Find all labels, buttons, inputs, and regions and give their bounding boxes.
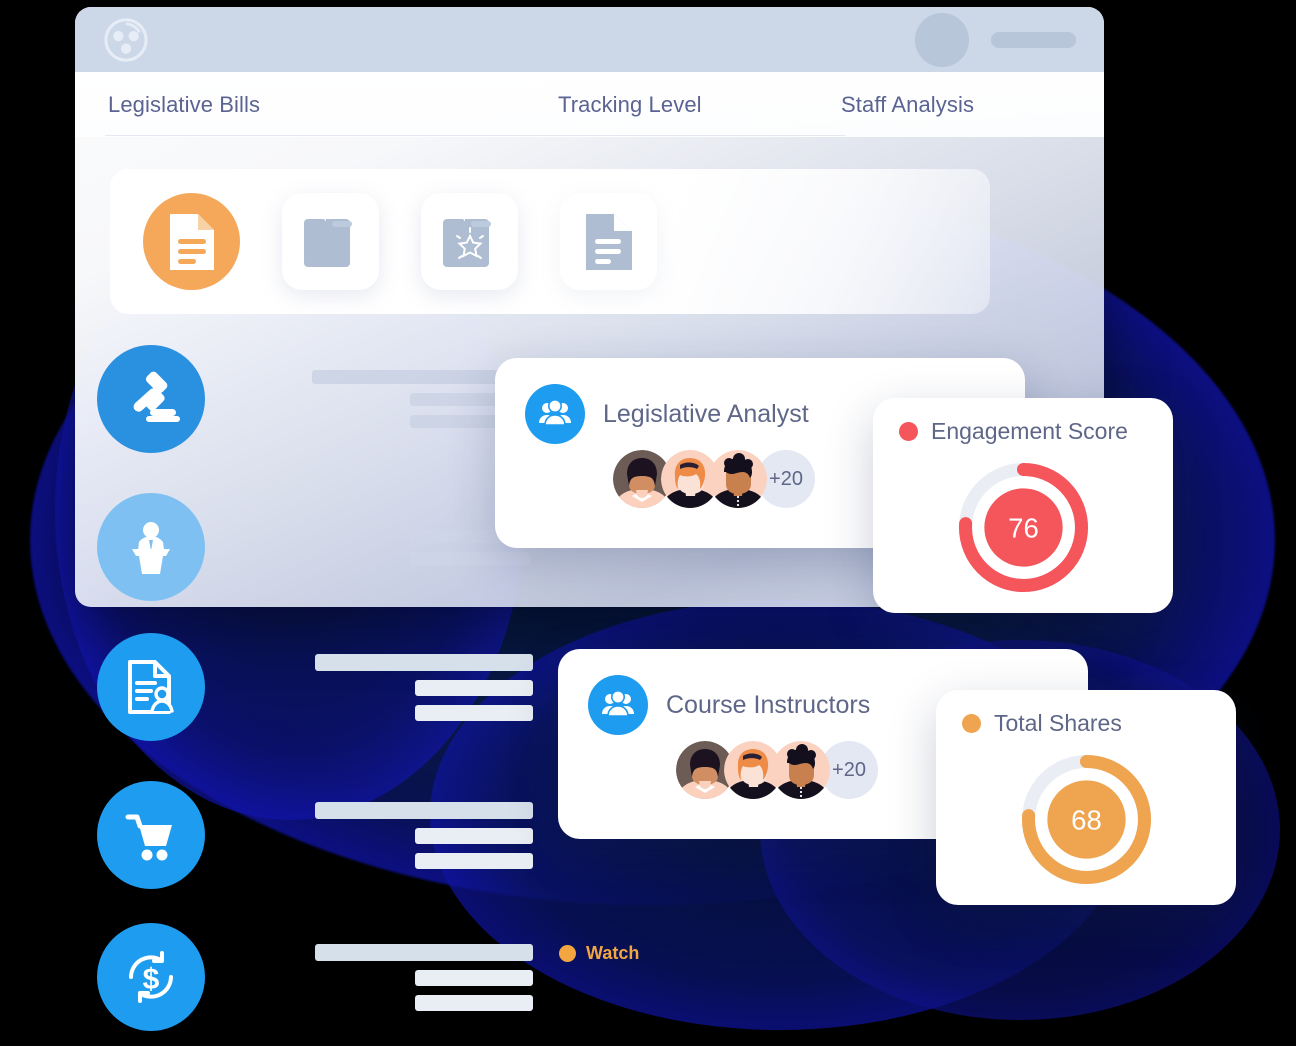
people-group-icon	[525, 384, 585, 444]
skeleton-bar	[315, 943, 533, 961]
metric-header: Total Shares	[962, 710, 1210, 737]
metric-value: 68	[1071, 805, 1102, 836]
window-navbar: Legislative Bills Tracking Level Staff A…	[75, 72, 1104, 137]
window-titlebar	[75, 7, 1104, 72]
document-user-icon	[97, 633, 205, 741]
metric-value: 76	[1008, 513, 1039, 544]
legend-label: Watch	[586, 943, 640, 963]
list-item-cart[interactable]	[97, 781, 533, 889]
dollar-refresh-icon: $	[97, 923, 205, 1031]
engagement-score-gauge: 76	[899, 455, 1147, 600]
circular-network-logo-icon	[103, 17, 149, 63]
metric-title: Total Shares	[994, 710, 1122, 736]
metric-card-engagement-score[interactable]: Engagement Score 76	[873, 398, 1173, 613]
metric-header: Engagement Score	[899, 418, 1147, 445]
folder-icon	[303, 218, 352, 267]
team-title: Course Instructors	[666, 690, 871, 719]
skeleton-bar	[415, 852, 533, 869]
row-gavel[interactable]	[97, 345, 530, 453]
team-title: Legislative Analyst	[603, 399, 809, 428]
tile-document-active[interactable]	[143, 193, 240, 290]
folder-star-icon	[442, 218, 491, 267]
total-shares-gauge: 68	[962, 747, 1210, 892]
row-podium[interactable]	[97, 493, 530, 601]
name-placeholder-bar	[991, 31, 1076, 48]
icon-tile-strip	[110, 169, 990, 314]
document-lines-icon	[585, 213, 632, 270]
status-dot-icon	[899, 422, 918, 441]
people-group-icon	[588, 675, 648, 735]
skeleton-bar	[415, 827, 533, 844]
gavel-icon	[97, 345, 205, 453]
status-dot-icon	[962, 714, 981, 733]
skeleton-bar	[410, 551, 530, 565]
podium-speaker-icon	[97, 493, 205, 601]
titlebar-user-area[interactable]	[915, 12, 1076, 67]
tile-document[interactable]	[560, 193, 657, 290]
legend-watch[interactable]: Watch	[559, 943, 639, 964]
list-item-refund[interactable]: $	[97, 923, 533, 1031]
nav-tracking-level[interactable]: Tracking Level	[558, 92, 702, 118]
list-item-resume[interactable]	[97, 633, 533, 741]
skeleton-bar	[315, 801, 533, 819]
metric-title: Engagement Score	[931, 418, 1128, 444]
skeleton-bar	[415, 679, 533, 696]
avatar-man-curly[interactable]	[709, 450, 767, 508]
avatar-man-curly[interactable]	[772, 741, 830, 799]
legend-dot-icon	[559, 945, 576, 962]
skeleton-bar	[315, 653, 533, 671]
nav-legislative-bills[interactable]: Legislative Bills	[108, 92, 260, 118]
svg-text:$: $	[143, 963, 160, 996]
tile-folder-star[interactable]	[421, 193, 518, 290]
skeleton-bar	[415, 704, 533, 721]
nav-divider	[105, 135, 845, 136]
nav-staff-analysis[interactable]: Staff Analysis	[841, 92, 974, 118]
skeleton-bar	[415, 969, 533, 986]
tile-folder[interactable]	[282, 193, 379, 290]
app-screenshot: Legislative Bills Tracking Level Staff A…	[0, 0, 1296, 1046]
metric-card-total-shares[interactable]: Total Shares 68	[936, 690, 1236, 905]
shopping-cart-icon	[97, 781, 205, 889]
avatar[interactable]	[915, 12, 969, 67]
document-lines-icon	[169, 213, 214, 270]
skeleton-bar	[415, 994, 533, 1011]
